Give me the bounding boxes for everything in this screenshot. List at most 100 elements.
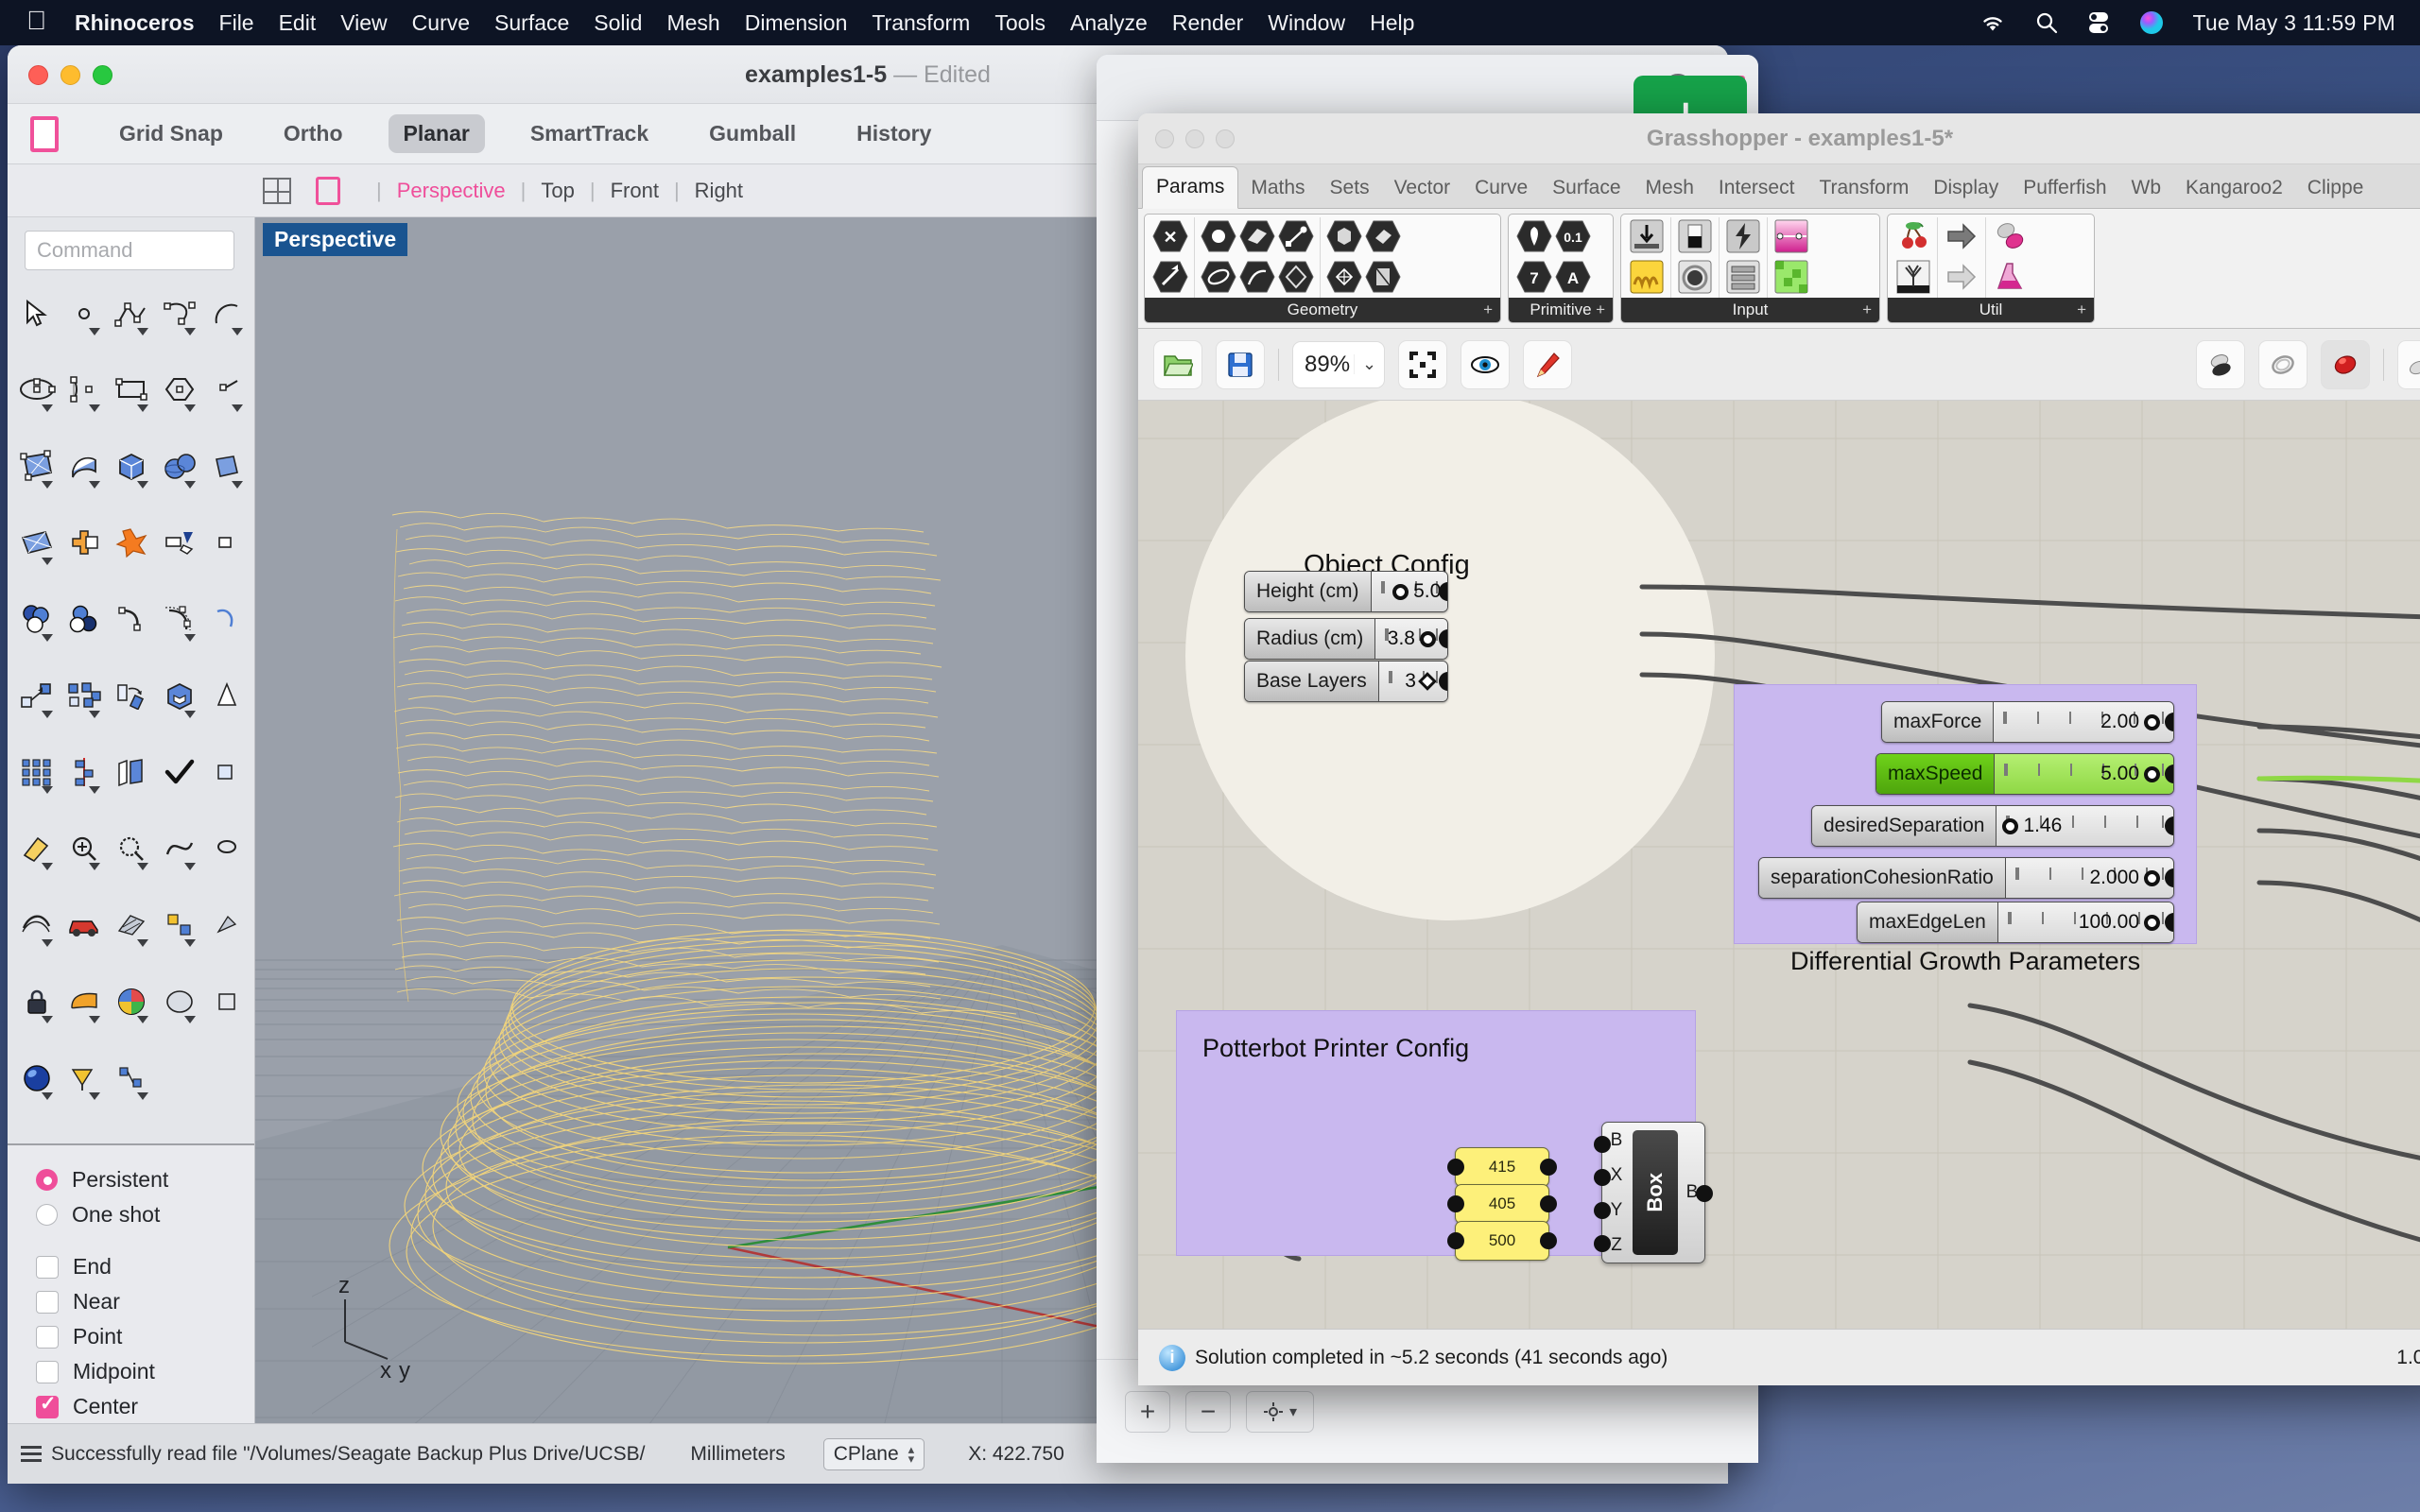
chevron-down-icon[interactable]: ⌄ <box>1354 354 1376 374</box>
split-tool[interactable] <box>156 515 203 571</box>
boolean-union-tool[interactable] <box>60 515 108 571</box>
menu-window[interactable]: Window <box>1268 10 1345 36</box>
slider-separationcohesionratio-track[interactable]: 2.000 <box>2006 858 2173 898</box>
grid-array-tool[interactable] <box>13 744 60 799</box>
meshface-param-icon[interactable] <box>1364 258 1402 296</box>
box-input-y[interactable]: Y <box>1611 1200 1623 1221</box>
eye-preview-icon[interactable] <box>1461 340 1510 389</box>
slider-maxforce-track[interactable]: 2.00 <box>1994 702 2173 742</box>
box-port-b-in[interactable] <box>1594 1136 1611 1153</box>
number-slider-icon[interactable] <box>1628 217 1666 255</box>
osnap-midpoint[interactable]: Midpoint <box>36 1354 254 1389</box>
gradient-icon[interactable] <box>1772 217 1810 255</box>
lasso-tool[interactable] <box>203 820 251 876</box>
integer-param-icon[interactable]: 7 <box>1515 258 1553 296</box>
statusbar-units[interactable]: Millimeters <box>690 1443 785 1466</box>
zoom-extents-icon[interactable] <box>1398 340 1447 389</box>
primitive-expand-icon[interactable]: + <box>1596 301 1605 319</box>
boolean-param-icon[interactable] <box>1515 217 1553 255</box>
zoom-tool[interactable] <box>60 820 108 876</box>
osnap-center[interactable]: Center <box>36 1389 254 1424</box>
slider-output-port[interactable] <box>2165 816 2174 835</box>
point-cloud-tool[interactable] <box>108 1050 155 1106</box>
viewport-tab-front[interactable]: Front <box>611 179 659 203</box>
gh-tab-mesh[interactable]: Mesh <box>1634 169 1706 208</box>
surface-blend-tool[interactable] <box>203 592 251 647</box>
slider-radius-cm[interactable]: Radius (cm) 3.8 <box>1244 618 1448 660</box>
slider-output-port[interactable] <box>2165 765 2174 783</box>
input-port[interactable] <box>1447 1232 1464 1249</box>
surface-network-tool[interactable] <box>13 515 60 571</box>
flask-icon[interactable] <box>1991 258 2029 296</box>
input-expand-icon[interactable]: + <box>1862 301 1872 319</box>
util-expand-icon[interactable]: + <box>2077 301 2086 319</box>
colorize-tool[interactable] <box>156 897 203 953</box>
menu-curve[interactable]: Curve <box>412 10 470 36</box>
open-folder-icon[interactable] <box>1153 340 1202 389</box>
curve-tool[interactable] <box>156 285 203 341</box>
slider-desiredseparation-track[interactable]: 1.46 <box>1996 806 2173 846</box>
gh-tab-maths[interactable]: Maths <box>1238 169 1317 208</box>
boolean-difference-tool[interactable] <box>13 592 60 647</box>
geometry-expand-icon[interactable]: + <box>1483 301 1493 319</box>
pattern-tool[interactable] <box>108 897 155 953</box>
polygon-tool[interactable] <box>156 362 203 418</box>
save-disk-icon[interactable] <box>1216 340 1265 389</box>
number-param-icon[interactable]: 0.1 <box>1554 217 1592 255</box>
slider-height-cm[interactable]: Height (cm) 5.0 <box>1244 571 1448 612</box>
vector-param-icon[interactable] <box>1151 258 1189 296</box>
shaded-preview-icon[interactable] <box>2196 340 2245 389</box>
menu-file[interactable]: File <box>219 10 254 36</box>
paint-tool[interactable] <box>13 820 60 876</box>
move-tool[interactable] <box>13 668 60 724</box>
toggle-smarttrack[interactable]: SmartTrack <box>515 114 664 153</box>
offset-curve-tool[interactable] <box>156 592 203 647</box>
add-layer-button[interactable]: + <box>1125 1391 1170 1433</box>
gh-tab-clipper[interactable]: Clippe <box>2295 169 2377 208</box>
jitter-icon[interactable] <box>1991 217 2029 255</box>
boolean-box-tool[interactable] <box>156 668 203 724</box>
viewport-tab-right[interactable]: Right <box>695 179 743 203</box>
slider-desiredseparation[interactable]: desiredSeparation 1.46 <box>1811 805 2174 847</box>
ellipse-tool[interactable] <box>13 362 60 418</box>
menu-solid[interactable]: Solid <box>594 10 642 36</box>
car-tool[interactable] <box>60 897 108 953</box>
slider-maxspeed-track[interactable]: 5.00 <box>1995 754 2173 794</box>
rendered-preview-icon[interactable] <box>2321 340 2370 389</box>
viewport-name-label[interactable]: Perspective <box>263 223 407 256</box>
display-mode-tool[interactable] <box>156 973 203 1029</box>
unroll-surface-tool[interactable] <box>108 744 155 799</box>
gh-tab-sets[interactable]: Sets <box>1318 169 1382 208</box>
search-icon[interactable] <box>2035 11 2058 34</box>
point-tool[interactable] <box>60 285 108 341</box>
button-trigger-icon[interactable] <box>1724 217 1762 255</box>
radio-persistent-icon[interactable] <box>36 1169 58 1191</box>
control-center-icon[interactable] <box>2086 10 2111 35</box>
menu-mesh[interactable]: Mesh <box>666 10 719 36</box>
color-wheel-tool[interactable] <box>108 973 155 1029</box>
fillet-curve-tool[interactable] <box>108 592 155 647</box>
slider-knob-icon[interactable] <box>1392 584 1409 600</box>
checkbox-icon[interactable] <box>36 1326 59 1349</box>
box-tool[interactable] <box>108 438 155 494</box>
mirror-tool[interactable] <box>60 744 108 799</box>
box-port-z-in[interactable] <box>1594 1235 1611 1252</box>
select-arrow-tool[interactable] <box>13 285 60 341</box>
menu-dimension[interactable]: Dimension <box>745 10 848 36</box>
gh-tab-display[interactable]: Display <box>1921 169 2011 208</box>
curve-param-icon[interactable] <box>1200 258 1237 296</box>
surface-param-icon[interactable] <box>1238 217 1276 255</box>
zoom-level-select[interactable]: 89% ⌄ <box>1292 341 1385 388</box>
osnap-near[interactable]: Near <box>36 1284 254 1319</box>
rectangle-tool[interactable] <box>108 362 155 418</box>
slider-output-port[interactable] <box>1439 629 1448 648</box>
gh-tab-transform[interactable]: Transform <box>1806 169 1921 208</box>
layer-options-button[interactable]: ▾ <box>1246 1391 1314 1433</box>
lock-tool[interactable] <box>13 973 60 1029</box>
extrude-surface-tool[interactable] <box>60 438 108 494</box>
output-port[interactable] <box>1540 1195 1557 1212</box>
number-slider-500[interactable]: 500 <box>1455 1221 1549 1261</box>
checkbox-checked-icon[interactable] <box>36 1396 59 1418</box>
gh-tab-vector[interactable]: Vector <box>1382 169 1463 208</box>
gh-tab-wb[interactable]: Wb <box>2119 169 2174 208</box>
